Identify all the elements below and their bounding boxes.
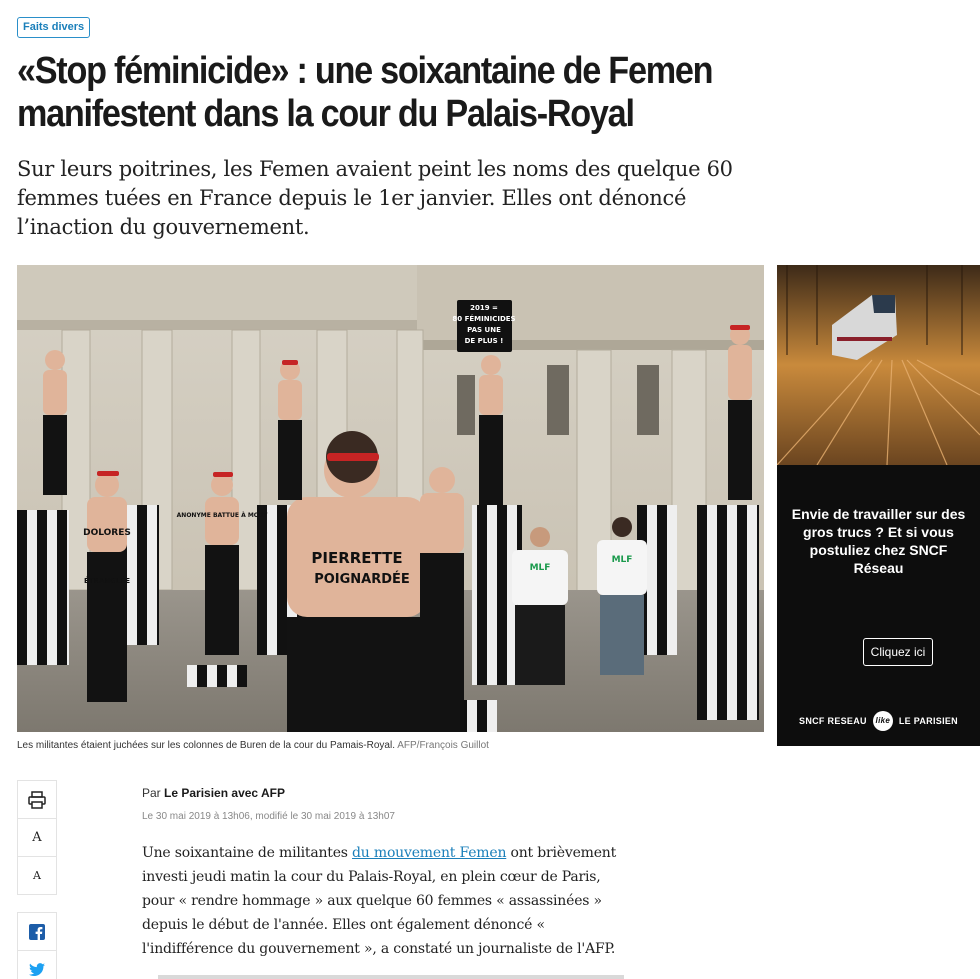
caption-text: Les militantes étaient juchées sur les c… (17, 740, 395, 751)
twitter-icon (29, 962, 45, 976)
body-text-start: Une soixantaine de militantes (142, 845, 353, 861)
train-ad-image (777, 265, 980, 466)
facebook-icon (29, 923, 45, 940)
sign-line: PAS UNE (467, 326, 501, 334)
body-paint-text: ANONYME BATTUE À MORT (177, 512, 269, 519)
ad-brand-like-logo: like (872, 711, 893, 731)
printer-icon (28, 790, 46, 809)
sign-line: 80 FÉMINICIDES (452, 314, 515, 323)
sign-line: DE PLUS ! (465, 337, 504, 345)
category-tag[interactable]: Faits divers (17, 17, 91, 38)
ad-headline: Envie de travailler sur des gros trucs ?… (791, 506, 966, 576)
body-paint-text: MLF (612, 555, 633, 565)
caption-credit: AFP/François Guillot (397, 740, 489, 751)
protest-photo-illustration: 2019 = 80 FÉMINICIDES PAS UNE DE PLUS ! … (17, 265, 764, 732)
byline-author[interactable]: Le Parisien avec AFP (164, 786, 285, 800)
body-paint-text: MLF (530, 563, 551, 573)
femen-movement-link[interactable]: du mouvement Femen (352, 845, 506, 861)
sign-line: 2019 = (470, 304, 498, 312)
body-paint-text: DOLORES (83, 528, 131, 538)
ad-brand-parisien: LE PARISIEN (898, 716, 958, 726)
body-paint-text: PIERRETTE (311, 549, 402, 567)
byline: Par Le Parisien avec AFP (142, 786, 285, 800)
twitter-share-button[interactable] (17, 950, 57, 979)
ad-brands: SNCF RESEAU like LE PARISIEN (777, 710, 980, 732)
byline-prefix: Par (142, 786, 161, 800)
photo-caption: Les militantes étaient juchées sur les c… (17, 740, 489, 751)
body-text-end: ont brièvement investi jeudi matin la co… (142, 845, 617, 957)
article-body-paragraph: Une soixantaine de militantes du mouveme… (142, 841, 637, 961)
body-paint-text: POIGNARDÉE (314, 571, 410, 587)
ad-cta-button[interactable]: Cliquez ici (863, 638, 933, 666)
article-tools-sidebar: A A (17, 780, 57, 979)
font-decrease-button[interactable]: A (17, 856, 57, 895)
font-increase-button[interactable]: A (17, 818, 57, 857)
advertisement[interactable]: Envie de travailler sur des gros trucs ?… (777, 265, 980, 746)
next-media-placeholder (158, 975, 624, 979)
ad-brand-sncf: SNCF RESEAU (799, 716, 867, 726)
article-standfirst: Sur leurs poitrines, les Femen avaient p… (17, 157, 733, 239)
dateline: Le 30 mai 2019 à 13h06, modifié le 30 ma… (142, 811, 395, 822)
body-paint-text: ÉTRANGLÉE (84, 576, 130, 585)
print-button[interactable] (17, 780, 57, 819)
article-headline: «Stop féminicide» : une soixantaine de F… (17, 50, 714, 135)
article-photo[interactable]: 2019 = 80 FÉMINICIDES PAS UNE DE PLUS ! … (17, 265, 764, 732)
facebook-share-button[interactable] (17, 912, 57, 951)
